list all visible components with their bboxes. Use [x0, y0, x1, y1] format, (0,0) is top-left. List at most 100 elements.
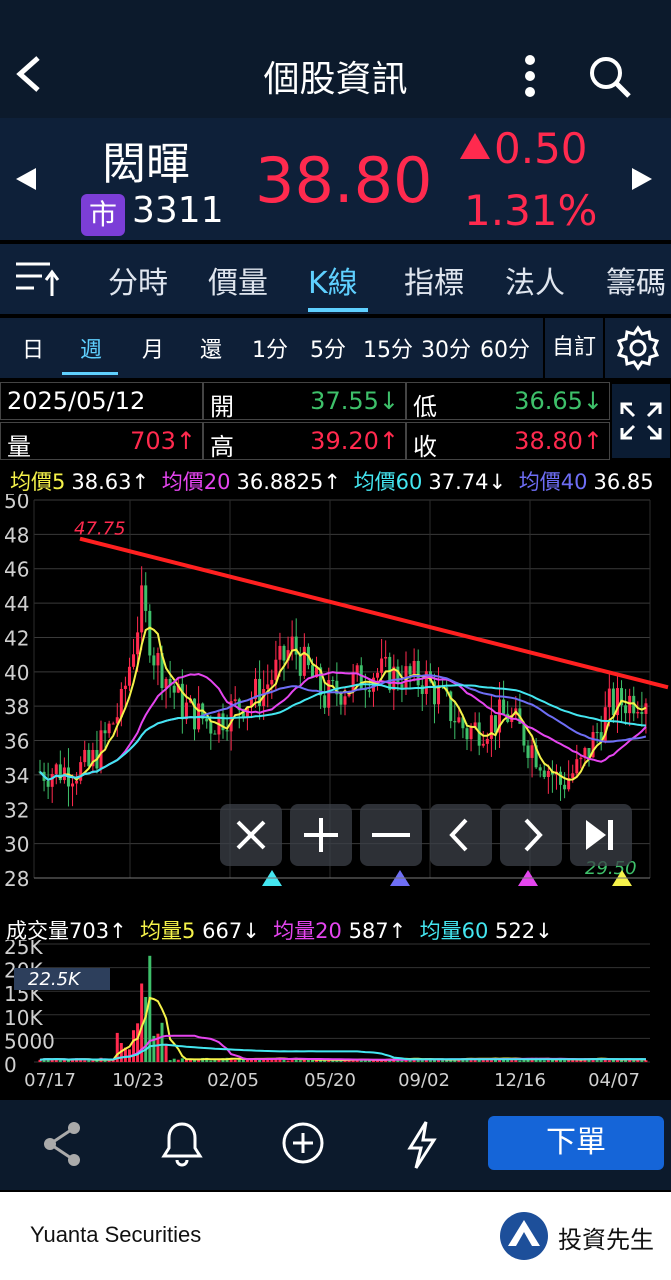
candle-body — [127, 666, 131, 686]
prev-stock-icon[interactable] — [14, 166, 38, 192]
flash-icon[interactable] — [404, 1120, 440, 1170]
period-1min[interactable]: 1分 — [252, 332, 288, 364]
candle-body — [607, 688, 611, 708]
minus-icon — [372, 833, 410, 837]
x-tick-label: 07/17 — [24, 1070, 76, 1091]
candle-body — [339, 694, 343, 705]
candle-body — [465, 728, 469, 740]
ma-legend: 均價5 38.63↑ 均價20 36.8825↑ 均價60 37.74↓ 均價40 36… — [0, 466, 671, 494]
max-price-label: 47.75 — [74, 519, 126, 540]
period-day[interactable]: 日 — [22, 332, 44, 364]
volume-bar — [87, 1060, 91, 1062]
candle-body — [282, 645, 286, 661]
candle-body — [469, 727, 473, 740]
candle-body — [107, 723, 111, 734]
info-high: 高 39.20↑ — [203, 422, 406, 461]
menu-icon[interactable] — [14, 258, 60, 298]
candle-body — [542, 770, 546, 777]
next-stock-icon[interactable] — [630, 166, 654, 192]
candle-body — [595, 732, 599, 734]
more-icon[interactable] — [512, 52, 548, 100]
top-bar: 個股資訊 — [0, 0, 671, 118]
gear-icon[interactable] — [614, 324, 662, 372]
volume-bar — [615, 1060, 619, 1062]
period-5min[interactable]: 5分 — [310, 332, 346, 364]
scroll-right-button[interactable] — [500, 804, 562, 866]
volume-bar — [132, 1030, 136, 1062]
y-tick-label: 34 — [4, 764, 29, 788]
search-icon[interactable] — [585, 52, 633, 100]
period-restore[interactable]: 還 — [200, 332, 222, 364]
candle-body — [331, 680, 335, 682]
scroll-left-button[interactable] — [430, 804, 492, 866]
period-60min[interactable]: 60分 — [480, 332, 530, 364]
tab-jialiang[interactable]: 價量 — [208, 258, 268, 302]
volume-bar — [209, 1060, 213, 1062]
bottom-action-bar: 下單 — [0, 1100, 671, 1190]
candle-body — [412, 660, 416, 675]
chart-tabs: 分時 價量 K線 指標 法人 籌碼 — [0, 244, 671, 314]
order-button[interactable]: 下單 — [488, 1116, 664, 1170]
candle-body — [111, 723, 115, 725]
volume-bar — [176, 1059, 180, 1062]
ma40-value: 36.85 — [593, 470, 654, 494]
candle-body — [270, 679, 274, 685]
custom-period-button[interactable]: 自訂 — [543, 318, 605, 378]
volume-bar — [607, 1060, 611, 1062]
volume-bar — [286, 1060, 290, 1062]
candle-body — [323, 695, 327, 708]
zoom-in-button[interactable] — [290, 804, 352, 866]
bell-icon[interactable] — [158, 1120, 206, 1168]
tab-chouma[interactable]: 籌碼 — [606, 258, 666, 302]
period-month[interactable]: 月 — [142, 332, 164, 364]
volume-bar — [233, 1059, 237, 1062]
candle-body — [522, 723, 526, 746]
candle-body — [457, 717, 461, 723]
y-tick-label: 40 — [4, 661, 29, 685]
y-tick-label: 28 — [4, 867, 29, 891]
candle-body — [388, 656, 392, 691]
stock-name: 閎暉 — [102, 139, 190, 190]
tab-zhibiao[interactable]: 指標 — [404, 258, 464, 302]
y-tick-label: 30 — [4, 833, 29, 857]
share-icon[interactable] — [40, 1120, 84, 1168]
x-tick-label: 09/02 — [398, 1070, 450, 1091]
scroll-end-button[interactable] — [570, 804, 632, 866]
candle-body — [298, 654, 302, 676]
volume-bar — [298, 1060, 302, 1062]
expand-icon[interactable] — [612, 384, 670, 458]
close-chart-tool-button[interactable] — [220, 804, 282, 866]
volume-bar — [237, 1059, 241, 1062]
candle-body — [559, 771, 563, 785]
ma60-value: 37.74↓ — [428, 470, 507, 494]
candle-body — [310, 665, 314, 678]
candle-body — [355, 665, 359, 674]
x-tick-label: 04/07 — [588, 1070, 640, 1091]
close-icon — [236, 820, 266, 850]
candle-body — [408, 666, 412, 675]
candle-body — [140, 585, 144, 633]
candle-body — [302, 646, 306, 676]
y-tick-label: 32 — [4, 798, 29, 822]
add-icon[interactable] — [280, 1120, 326, 1166]
page-title: 個股資訊 — [263, 59, 408, 100]
vol-max-label: 22.5K — [28, 969, 81, 990]
vol-tick-label: 0 — [4, 1053, 17, 1077]
candle-body — [225, 730, 229, 732]
period-30min[interactable]: 30分 — [421, 332, 471, 364]
period-15min[interactable]: 15分 — [363, 332, 413, 364]
volume-chart[interactable]: 25K20K15K10K5000022.5K07/1710/2302/0505/… — [0, 940, 671, 1095]
stock-code: 3311 — [132, 190, 224, 231]
candle-body — [213, 733, 217, 735]
tab-faren[interactable]: 法人 — [505, 258, 565, 302]
period-week[interactable]: 週 — [80, 332, 102, 364]
y-tick-label: 36 — [4, 730, 29, 754]
candle-body — [396, 666, 400, 685]
zoom-out-button[interactable] — [360, 804, 422, 866]
ma60-label: 均價60 — [353, 470, 423, 494]
tab-fenshi[interactable]: 分時 — [108, 258, 168, 302]
tab-kline[interactable]: K線 — [308, 258, 358, 302]
candle-body — [493, 715, 497, 733]
active-period-indicator — [62, 372, 118, 375]
candle-body — [628, 695, 632, 714]
